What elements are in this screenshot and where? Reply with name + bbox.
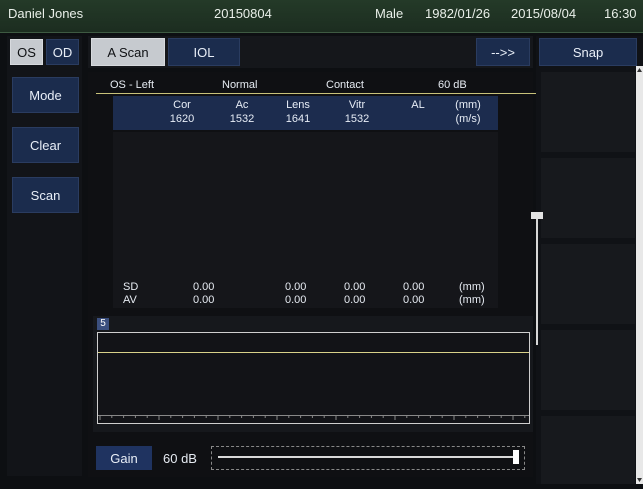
gain-readout: 60 dB (438, 79, 467, 91)
os-eye-button[interactable]: OS (10, 39, 43, 65)
sd-value-3: 0.00 (344, 281, 366, 293)
av-value-2: 0.00 (285, 294, 307, 306)
snapshot-scrollbar[interactable] (636, 66, 643, 484)
a-scan-area: OS - Left Normal Contact 60 dB Cor Ac Le… (88, 72, 543, 477)
snapshot-slot-2[interactable] (541, 158, 635, 238)
clear-button[interactable]: Clear (12, 127, 79, 163)
header-divider (96, 93, 536, 94)
gain-slider-handle[interactable] (513, 450, 519, 464)
col-header-vitr: Vitr (348, 99, 366, 111)
sd-value-1: 0.00 (193, 281, 215, 293)
av-unit: (mm) (459, 294, 485, 306)
tab-bar: A Scan IOL -->> (88, 36, 533, 68)
next-page-button[interactable]: -->> (476, 38, 530, 66)
col-header-unit: (mm) (455, 99, 481, 111)
snapshot-slot-3[interactable] (541, 244, 635, 324)
gain-value: 60 dB (163, 451, 197, 466)
col-header-ac: Ac (235, 99, 249, 111)
sd-value-4: 0.00 (403, 281, 425, 293)
tab-iol[interactable]: IOL (168, 38, 240, 66)
sd-label: SD (123, 281, 139, 293)
scan-mode-label: Normal (222, 79, 258, 91)
gain-slider-track (218, 456, 514, 458)
gain-button[interactable]: Gain (96, 446, 152, 470)
velocity-ac: 1532 (229, 113, 255, 125)
velocity-cor: 1620 (169, 113, 195, 125)
patient-dob: 1982/01/26 (425, 6, 491, 21)
velocity-vitr: 1532 (344, 113, 370, 125)
snapshot-slot-4[interactable] (541, 330, 635, 410)
exam-date: 2015/08/04 (511, 6, 577, 21)
scan-button[interactable]: Scan (12, 177, 79, 213)
od-eye-button[interactable]: OD (46, 39, 79, 65)
exam-id: 20150804 (214, 6, 272, 21)
sd-value-2: 0.00 (285, 281, 307, 293)
left-control-panel: OS OD Mode Clear Scan (7, 36, 82, 476)
tab-a-scan[interactable]: A Scan (91, 38, 165, 66)
b-scan-tick-marks (99, 415, 526, 420)
gate-slider-track[interactable] (536, 217, 538, 345)
patient-info-bar: Daniel Jones 20150804 Male 1982/01/26 20… (0, 0, 643, 33)
snapshot-slot-1[interactable] (541, 72, 635, 152)
col-header-cor: Cor (173, 99, 191, 111)
velocity-lens: 1641 (285, 113, 311, 125)
mode-button[interactable]: Mode (12, 77, 79, 113)
measurement-stats-panel: SD 0.00 0.00 0.00 0.00 (mm) AV 0.00 0.00… (113, 280, 498, 308)
gate-slider-handle[interactable] (531, 212, 543, 219)
av-value-4: 0.00 (403, 294, 425, 306)
b-scan-display[interactable] (97, 332, 530, 424)
scrollbar-arrows-icon (637, 68, 642, 482)
col-header-al: AL (411, 99, 425, 111)
b-scan-reference-line (98, 352, 529, 353)
av-value-1: 0.00 (193, 294, 215, 306)
patient-sex: Male (375, 6, 404, 21)
snapshot-slot-5[interactable] (541, 416, 635, 484)
col-header-lens: Lens (286, 99, 310, 111)
patient-name: Daniel Jones (8, 6, 84, 21)
velocity-panel: Cor Ac Lens Vitr AL (mm) 1620 1532 1641 … (113, 96, 498, 130)
av-label: AV (123, 294, 137, 306)
probe-type-label: Contact (326, 79, 364, 91)
right-panel: Snap (536, 36, 643, 484)
b-scan-index-badge: 5 (97, 318, 109, 330)
eye-side-label: OS - Left (110, 79, 155, 91)
sd-unit: (mm) (459, 281, 485, 293)
a-scan-waveform-display (113, 132, 498, 280)
velocity-unit: (m/s) (455, 113, 481, 125)
exam-time: 16:30 (604, 6, 637, 21)
gain-slider[interactable] (211, 446, 525, 470)
av-value-3: 0.00 (344, 294, 366, 306)
snap-button[interactable]: Snap (539, 38, 637, 66)
